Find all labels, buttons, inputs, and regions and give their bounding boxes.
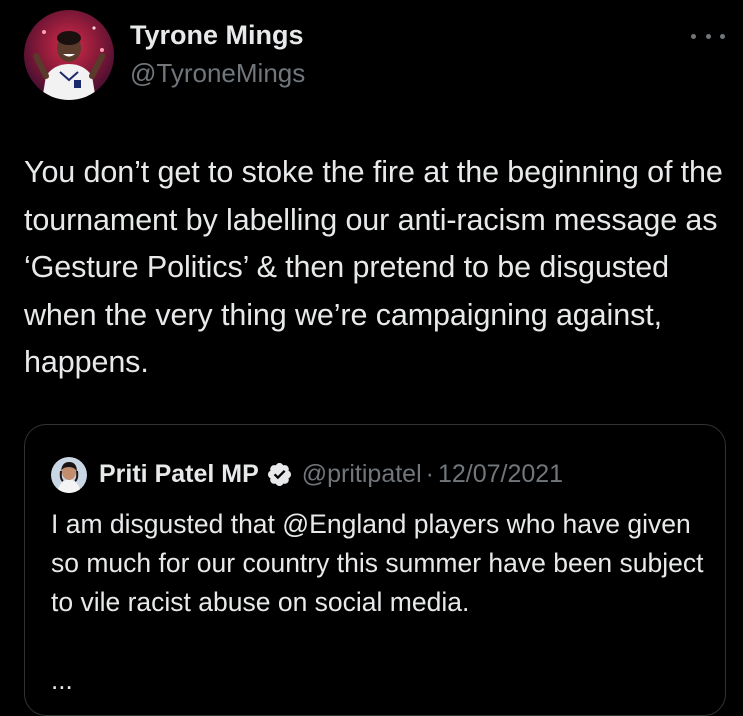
author-avatar[interactable] — [24, 10, 114, 100]
tweet-text: You don’t get to stoke the fire at the b… — [24, 155, 723, 379]
more-dot — [691, 33, 696, 39]
more-dot — [705, 33, 711, 39]
more-options-icon[interactable] — [691, 26, 725, 46]
author-handle[interactable]: @TyroneMings — [130, 58, 305, 89]
quoted-display-name[interactable]: Priti Patel MP — [99, 460, 259, 489]
author-display-name[interactable]: Tyrone Mings — [130, 20, 304, 51]
quoted-text: I am disgusted that @England players who… — [51, 509, 704, 617]
verified-badge-icon — [267, 462, 291, 486]
quoted-ellipsis: ... — [51, 665, 73, 695]
separator-dot: · — [425, 459, 434, 488]
quoted-tweet[interactable]: Priti Patel MP @pritipatel · 12/07/2021 … — [24, 424, 726, 716]
avatar-image — [24, 10, 114, 100]
quoted-avatar-image — [51, 457, 87, 493]
quoted-author-avatar[interactable] — [51, 457, 87, 493]
quoted-handle[interactable]: @pritipatel — [302, 460, 422, 489]
quoted-header: Priti Patel MP @pritipatel · 12/07/2021 — [99, 455, 563, 493]
tweet: Tyrone Mings @TyroneMings You don’t get … — [0, 0, 743, 716]
more-dot — [720, 33, 725, 39]
quoted-date[interactable]: 12/07/2021 — [438, 460, 563, 489]
